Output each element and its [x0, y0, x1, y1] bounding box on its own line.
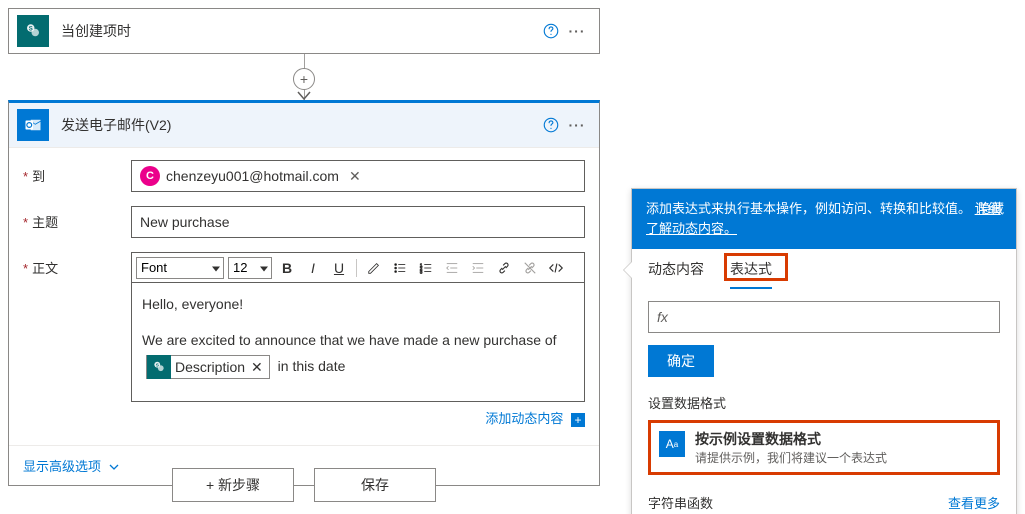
string-functions-label: 字符串函数 — [648, 493, 713, 512]
to-label: 到 — [23, 160, 131, 185]
email-action-card: 发送电子邮件(V2) 到 C chenzeyu001@hotmail.com ✕… — [8, 100, 600, 486]
format-icon: Aa — [659, 431, 685, 457]
outlook-icon — [17, 109, 49, 141]
format-by-example-item[interactable]: Aa 按示例设置数据格式 请提供示例，我们将建议一个表达式 — [648, 420, 1000, 475]
sharepoint-icon: S — [147, 355, 171, 379]
example-title: 按示例设置数据格式 — [695, 429, 887, 449]
separator — [356, 259, 357, 277]
svg-text:S: S — [156, 363, 159, 368]
editor-wrap: Font 12 B I U 123 Hello, everyone! — [131, 252, 585, 427]
body-editor[interactable]: Hello, everyone! We are excited to annou… — [131, 282, 585, 402]
see-more-link[interactable]: 查看更多 — [948, 493, 1000, 512]
body-text: S Description ✕ in this date — [142, 355, 574, 379]
svg-text:S: S — [29, 26, 33, 32]
trigger-header[interactable]: S 当创建项时 — [9, 9, 599, 53]
subject-label: 主题 — [23, 206, 131, 231]
arrow-down-icon — [297, 91, 311, 101]
ok-button[interactable]: 确定 — [648, 345, 714, 377]
hide-flyout-link[interactable]: 隐藏 — [978, 199, 1004, 219]
email-more-button[interactable] — [563, 117, 591, 133]
underline-button[interactable]: U — [328, 257, 350, 279]
to-input[interactable]: C chenzeyu001@hotmail.com ✕ — [131, 160, 585, 192]
body-text: We are excited to announce that we have … — [142, 329, 574, 351]
dynamic-token[interactable]: S Description ✕ — [146, 355, 270, 379]
add-dynamic-content-link[interactable]: 添加动态内容 + — [131, 408, 585, 427]
flyout-header: 添加表达式来执行基本操作，例如访问、转换和比较值。 详细了解动态内容。 隐藏 — [632, 189, 1016, 249]
remove-token-button[interactable]: ✕ — [251, 356, 263, 378]
body-label: 正文 — [23, 252, 131, 277]
subject-row: 主题 New purchase — [23, 206, 585, 238]
body-row: 正文 Font 12 B I U 123 — [23, 252, 585, 427]
rich-text-toolbar: Font 12 B I U 123 — [131, 252, 585, 282]
plus-icon: + — [571, 413, 585, 427]
token-label: Description — [175, 356, 245, 378]
expression-flyout: 添加表达式来执行基本操作，例如访问、转换和比较值。 详细了解动态内容。 隐藏 动… — [631, 188, 1017, 514]
indent-button[interactable] — [467, 257, 489, 279]
recipient-chip[interactable]: C chenzeyu001@hotmail.com ✕ — [140, 166, 361, 186]
trigger-card: S 当创建项时 — [8, 8, 600, 54]
remove-recipient-button[interactable]: ✕ — [349, 168, 361, 185]
bottom-actions: + 新步骤 保存 — [8, 468, 600, 502]
section-title: 设置数据格式 — [632, 377, 1016, 420]
recipient-email: chenzeyu001@hotmail.com — [166, 168, 339, 184]
fx-icon: fx — [657, 309, 668, 325]
insert-step-button[interactable]: + — [293, 68, 315, 90]
flyout-footer: 字符串函数 查看更多 — [632, 485, 1016, 514]
new-step-button[interactable]: + 新步骤 — [172, 468, 294, 502]
body-text: Hello, everyone! — [142, 293, 574, 315]
trigger-more-button[interactable] — [563, 23, 591, 39]
font-size-select[interactable]: 12 — [228, 257, 272, 279]
to-row: 到 C chenzeyu001@hotmail.com ✕ — [23, 160, 585, 192]
number-list-button[interactable]: 123 — [415, 257, 437, 279]
tab-dynamic-content[interactable]: 动态内容 — [648, 259, 704, 289]
flyout-tabs: 动态内容 表达式 — [632, 249, 1016, 289]
bullet-list-button[interactable] — [389, 257, 411, 279]
tab-expression[interactable]: 表达式 — [730, 259, 772, 289]
help-icon[interactable] — [539, 19, 563, 43]
email-header[interactable]: 发送电子邮件(V2) — [9, 103, 599, 147]
avatar: C — [140, 166, 160, 186]
email-title: 发送电子邮件(V2) — [61, 115, 539, 135]
email-body: 到 C chenzeyu001@hotmail.com ✕ 主题 New pur… — [9, 147, 599, 445]
highlight-button[interactable] — [363, 257, 385, 279]
sharepoint-icon: S — [17, 15, 49, 47]
example-subtitle: 请提供示例，我们将建议一个表达式 — [695, 449, 887, 466]
link-button[interactable] — [493, 257, 515, 279]
save-button[interactable]: 保存 — [314, 468, 436, 502]
code-view-button[interactable] — [545, 257, 567, 279]
bold-button[interactable]: B — [276, 257, 298, 279]
connector: + — [8, 54, 600, 100]
help-icon[interactable] — [539, 113, 563, 137]
trigger-title: 当创建项时 — [61, 21, 539, 41]
unlink-button[interactable] — [519, 257, 541, 279]
subject-input[interactable]: New purchase — [131, 206, 585, 238]
outdent-button[interactable] — [441, 257, 463, 279]
subject-value: New purchase — [140, 214, 230, 230]
italic-button[interactable]: I — [302, 257, 324, 279]
font-select[interactable]: Font — [136, 257, 224, 279]
example-text: 按示例设置数据格式 请提供示例，我们将建议一个表达式 — [695, 429, 887, 466]
svg-text:3: 3 — [420, 269, 423, 274]
expression-input[interactable]: fx — [648, 301, 1000, 333]
